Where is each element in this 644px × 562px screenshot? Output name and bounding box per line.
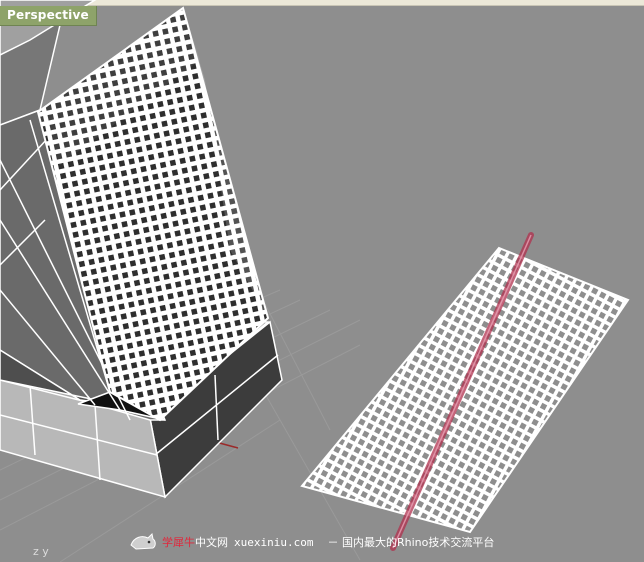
watermark-slogan: － 国内最大的Rhino技术交流平台 [327,536,495,549]
watermark-brand-red: 学犀牛 [162,536,195,549]
viewport-title-tab[interactable]: Perspective [0,6,97,26]
watermark-site: xuexiniu.com [234,535,314,549]
watermark: 学犀牛 中文网 xuexiniu.com － 国内最大的Rhino技术交流平台 [128,531,494,553]
perspective-viewport[interactable]: Perspective 学犀牛 中文网 xuexiniu.com － 国内最大的… [0,0,644,562]
model-scene[interactable] [0,0,644,562]
watermark-brand-white: 中文网 [195,536,228,549]
rhino-logo-icon [130,532,156,550]
axis-indicator-label: z y [33,545,49,558]
